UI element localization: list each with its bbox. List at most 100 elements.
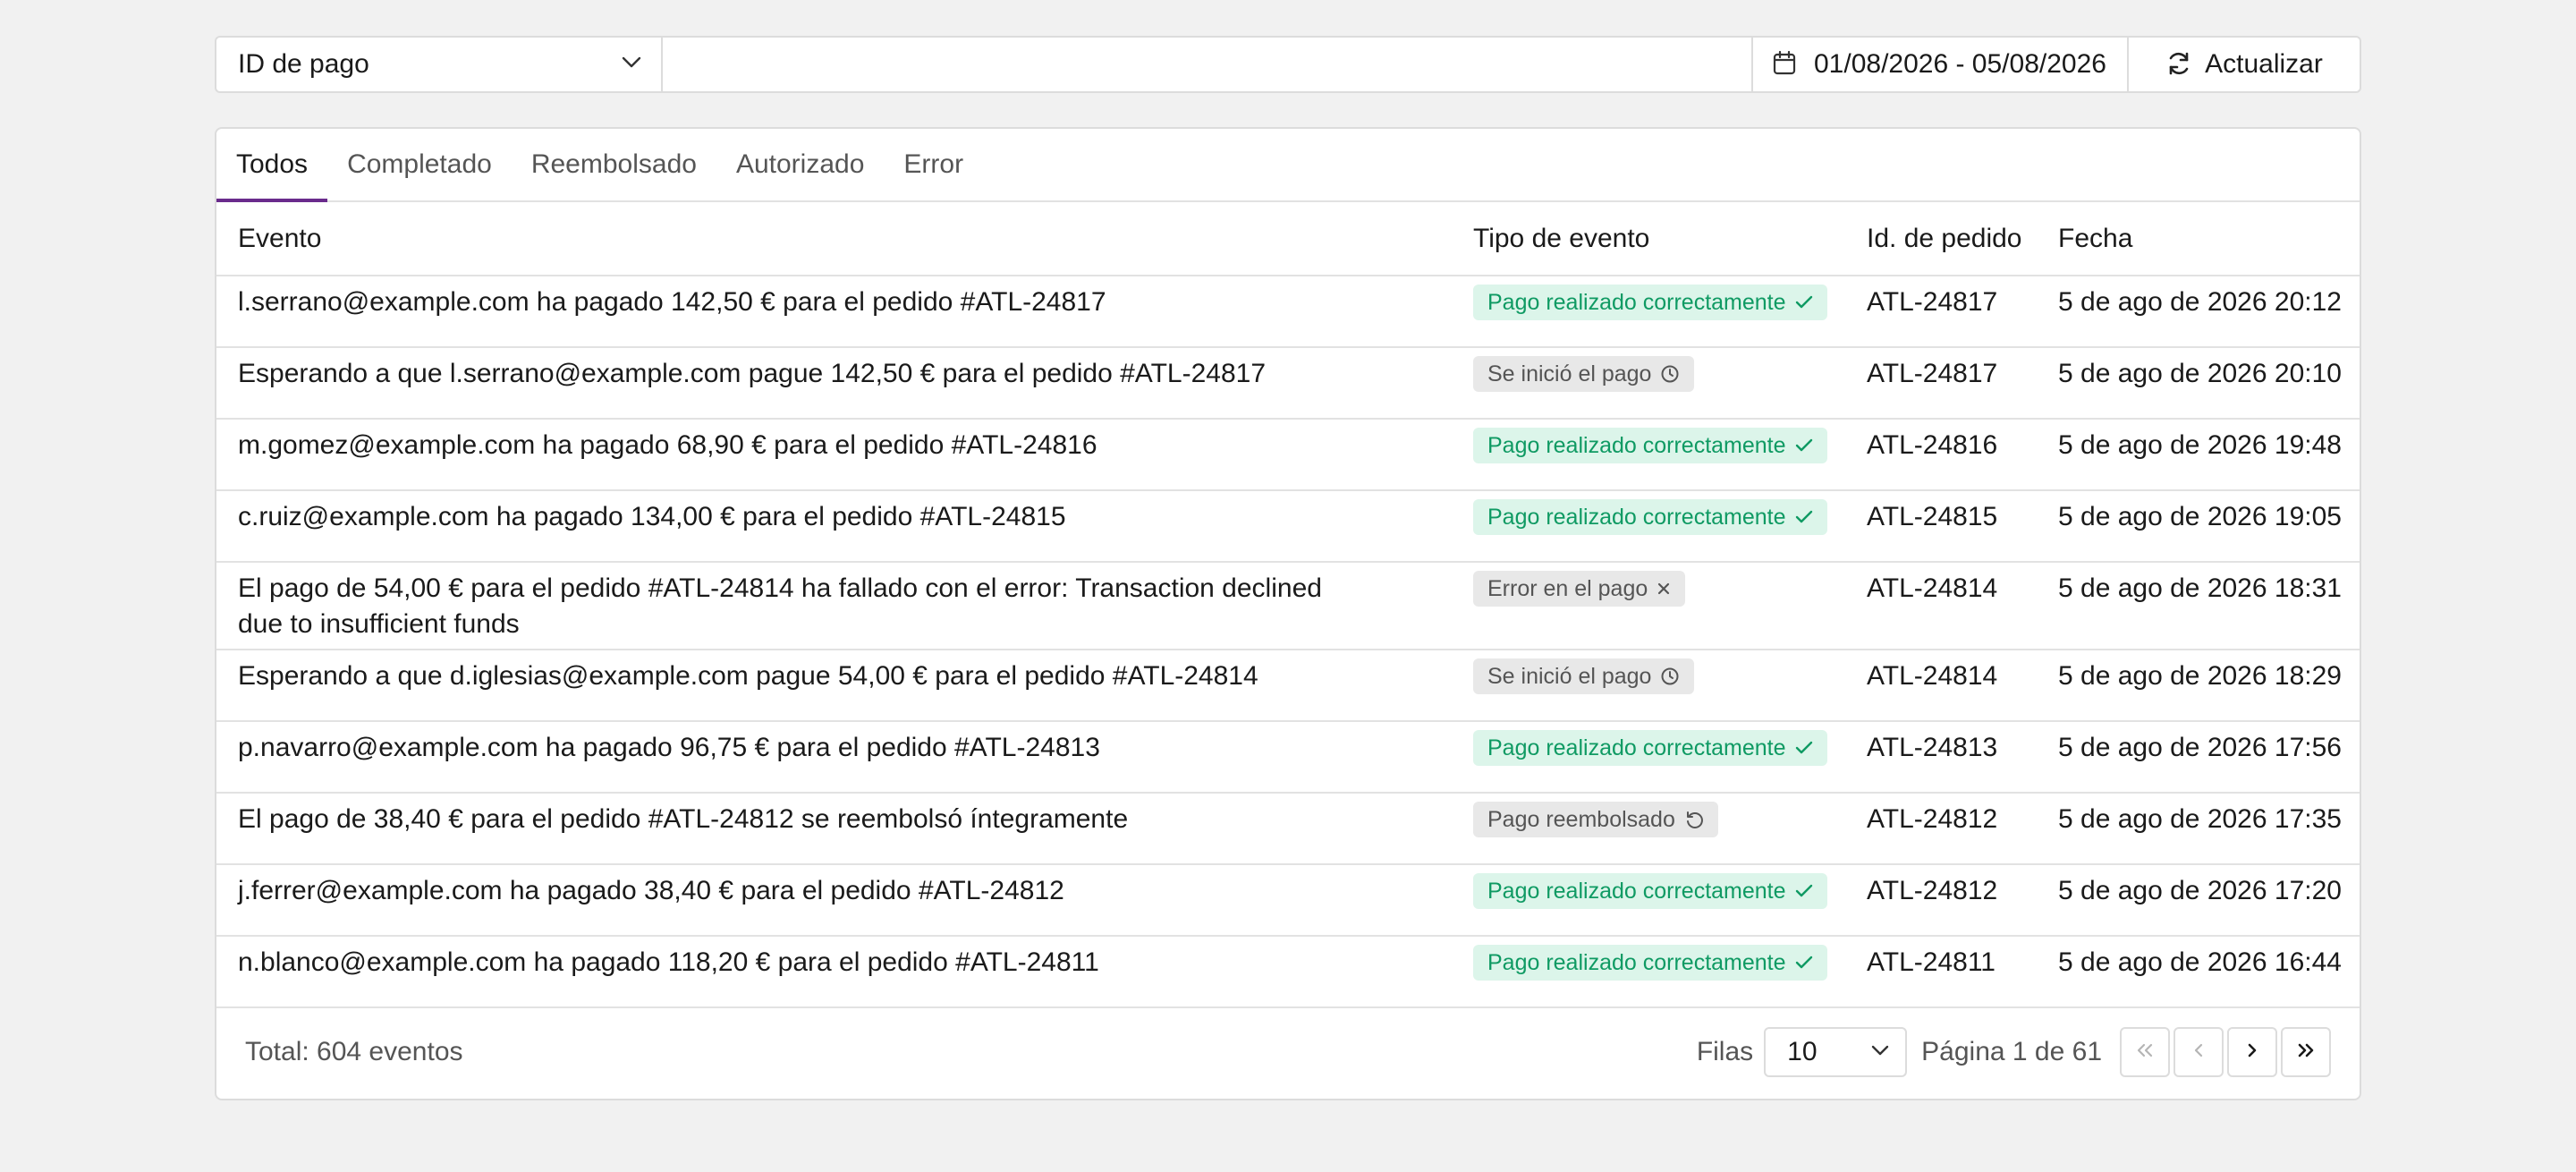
status-badge-label: Error en el pago	[1487, 575, 1648, 601]
tab-autorizado[interactable]: Autorizado	[716, 129, 884, 200]
order-id-cell: ATL-24813	[1867, 733, 1998, 762]
date-cell: 5 de ago de 2026 20:12	[2058, 287, 2342, 317]
first-page-button[interactable]	[2120, 1027, 2170, 1077]
last-page-button[interactable]	[2281, 1027, 2331, 1077]
chevron-down-icon	[1871, 1044, 1889, 1060]
status-badge: Pago realizado correctamente	[1473, 499, 1827, 535]
rows-per-page-select[interactable]: 10	[1764, 1027, 1908, 1077]
table-row[interactable]: l.serrano@example.com ha pagado 142,50 €…	[216, 276, 2360, 347]
status-badge-label: Pago reembolsado	[1487, 806, 1675, 832]
event-type-cell: Se inició el pago	[1473, 347, 1867, 419]
event-type-cell: Se inició el pago	[1473, 650, 1867, 721]
rows-label: Filas	[1696, 1037, 1754, 1066]
column-header-order-id: Id. de pedido	[1867, 202, 2058, 276]
date-cell: 5 de ago de 2026 17:56	[2058, 733, 2342, 762]
event-cell: Esperando a que d.iglesias@example.com p…	[238, 661, 1258, 691]
event-cell: n.blanco@example.com ha pagado 118,20 € …	[238, 947, 1099, 977]
prev-page-button[interactable]	[2174, 1027, 2224, 1077]
clock-icon	[1660, 364, 1680, 384]
tab-reembolsado[interactable]: Reembolsado	[512, 129, 716, 200]
refresh-button[interactable]: Actualizar	[2129, 38, 2360, 91]
check-icon	[1795, 438, 1813, 453]
filter-field-label: ID de pago	[238, 49, 369, 79]
event-cell: l.serrano@example.com ha pagado 142,50 €…	[238, 287, 1106, 317]
filter-bar: ID de pago 01/08/2026 - 05/08/2026 Actua…	[215, 36, 2361, 93]
events-card: Todos Completado Reembolsado Autorizado …	[215, 127, 2361, 1100]
total-count: Total: 604 eventos	[245, 1037, 463, 1066]
event-cell: m.gomez@example.com ha pagado 68,90 € pa…	[238, 430, 1097, 460]
table-row[interactable]: El pago de 38,40 € para el pedido #ATL-2…	[216, 793, 2360, 864]
column-header-event-type: Tipo de evento	[1473, 202, 1867, 276]
status-badge: Pago realizado correctamente	[1473, 873, 1827, 909]
check-icon	[1795, 295, 1813, 310]
status-badge-label: Pago realizado correctamente	[1487, 504, 1786, 530]
table-row[interactable]: n.blanco@example.com ha pagado 118,20 € …	[216, 936, 2360, 1007]
event-type-cell: Pago realizado correctamente	[1473, 490, 1867, 562]
event-cell: El pago de 38,40 € para el pedido #ATL-2…	[238, 804, 1129, 834]
chevron-right-icon	[2246, 1042, 2258, 1063]
refund-icon	[1684, 810, 1704, 829]
order-id-cell: ATL-24816	[1867, 430, 1998, 460]
event-type-cell: Pago reembolsado	[1473, 793, 1867, 864]
date-cell: 5 de ago de 2026 19:05	[2058, 502, 2342, 531]
table-row[interactable]: j.ferrer@example.com ha pagado 38,40 € p…	[216, 864, 2360, 936]
check-icon	[1795, 741, 1813, 755]
event-type-cell: Pago realizado correctamente	[1473, 864, 1867, 936]
date-range-value: 01/08/2026 - 05/08/2026	[1814, 49, 2106, 79]
status-badge: Pago realizado correctamente	[1473, 945, 1827, 981]
table-row[interactable]: p.navarro@example.com ha pagado 96,75 € …	[216, 721, 2360, 793]
clock-icon	[1660, 667, 1680, 686]
event-type-cell: Pago realizado correctamente	[1473, 936, 1867, 1007]
table-row[interactable]: Esperando a que d.iglesias@example.com p…	[216, 650, 2360, 721]
double-chevron-right-icon	[2296, 1042, 2316, 1063]
event-cell: p.navarro@example.com ha pagado 96,75 € …	[238, 733, 1100, 762]
column-header-event: Evento	[216, 202, 1473, 276]
next-page-button[interactable]	[2227, 1027, 2277, 1077]
refresh-label: Actualizar	[2205, 49, 2323, 79]
events-table: Evento Tipo de evento Id. de pedido Fech…	[216, 202, 2360, 1008]
search-input[interactable]	[663, 38, 1753, 91]
date-range-picker[interactable]: 01/08/2026 - 05/08/2026	[1753, 38, 2129, 91]
table-row[interactable]: m.gomez@example.com ha pagado 68,90 € pa…	[216, 419, 2360, 490]
refresh-icon	[2165, 50, 2192, 80]
status-badge-label: Pago realizado correctamente	[1487, 735, 1786, 760]
order-id-cell: ATL-24814	[1867, 661, 1998, 691]
status-badge-label: Pago realizado correctamente	[1487, 949, 1786, 975]
table-row[interactable]: c.ruiz@example.com ha pagado 134,00 € pa…	[216, 490, 2360, 562]
table-row[interactable]: Esperando a que l.serrano@example.com pa…	[216, 347, 2360, 419]
event-cell: Esperando a que l.serrano@example.com pa…	[238, 359, 1267, 388]
tab-error[interactable]: Error	[884, 129, 983, 200]
order-id-cell: ATL-24817	[1867, 287, 1998, 317]
check-icon	[1795, 510, 1813, 524]
status-badge-label: Pago realizado correctamente	[1487, 878, 1786, 904]
date-cell: 5 de ago de 2026 17:20	[2058, 876, 2342, 905]
status-badge: Pago realizado correctamente	[1473, 730, 1827, 766]
x-icon	[1657, 582, 1671, 596]
order-id-cell: ATL-24811	[1867, 947, 1996, 977]
status-badge: Error en el pago	[1473, 571, 1686, 607]
status-badge-label: Pago realizado correctamente	[1487, 289, 1786, 315]
status-badge-label: Pago realizado correctamente	[1487, 432, 1786, 458]
order-id-cell: ATL-24812	[1867, 876, 1998, 905]
filter-field-select[interactable]: ID de pago	[216, 38, 663, 91]
check-icon	[1795, 884, 1813, 898]
table-row[interactable]: El pago de 54,00 € para el pedido #ATL-2…	[216, 562, 2360, 650]
date-cell: 5 de ago de 2026 20:10	[2058, 359, 2342, 388]
date-cell: 5 de ago de 2026 18:31	[2058, 573, 2342, 603]
status-tabs: Todos Completado Reembolsado Autorizado …	[216, 129, 2360, 202]
order-id-cell: ATL-24814	[1867, 573, 1998, 603]
date-cell: 5 de ago de 2026 18:29	[2058, 661, 2342, 691]
status-badge: Se inició el pago	[1473, 658, 1695, 694]
chevron-left-icon	[2192, 1042, 2205, 1063]
column-header-date: Fecha	[2058, 202, 2360, 276]
table-footer: Total: 604 eventos Filas 10 Página 1 de …	[216, 1006, 2360, 1099]
status-badge: Se inició el pago	[1473, 356, 1695, 392]
status-badge-label: Se inició el pago	[1487, 663, 1652, 689]
status-badge: Pago realizado correctamente	[1473, 285, 1827, 320]
date-cell: 5 de ago de 2026 17:35	[2058, 804, 2342, 834]
check-icon	[1795, 955, 1813, 970]
status-badge: Pago reembolsado	[1473, 802, 1718, 837]
tab-completado[interactable]: Completado	[327, 129, 512, 200]
rows-per-page-value: 10	[1787, 1037, 1818, 1066]
tab-todos[interactable]: Todos	[216, 129, 328, 202]
